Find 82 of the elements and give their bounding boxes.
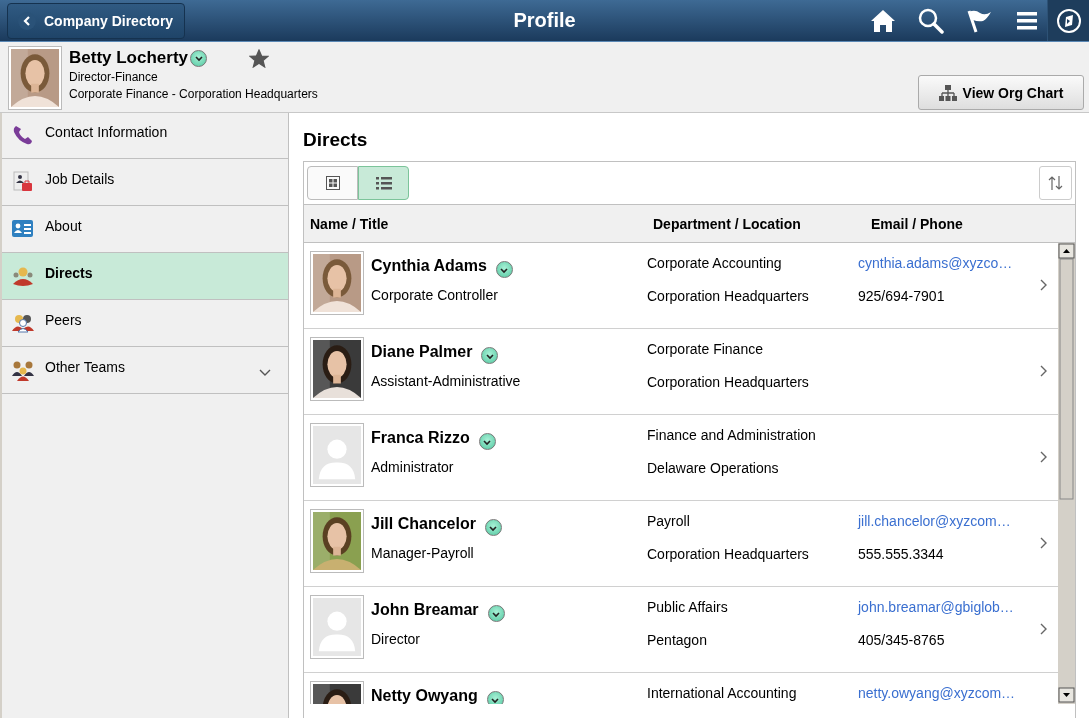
- column-header: Department / Location: [652, 215, 802, 232]
- dropdown-button[interactable]: [486, 691, 504, 704]
- dropdown-button[interactable]: [481, 347, 499, 364]
- chevron-right-icon: [1040, 365, 1048, 377]
- back-button[interactable]: Company Directory: [7, 2, 185, 39]
- list-icon: [375, 176, 392, 190]
- sort-icon: [1048, 175, 1063, 191]
- table-row[interactable]: Jill Chancelor Manager-Payroll Payroll Corporation Headquarters jill.chancelor@xyzcom… 555.555.3344: [304, 501, 1058, 587]
- compass-icon: [1055, 7, 1082, 34]
- job-title: Manager-Payroll: [371, 545, 475, 561]
- email-link[interactable]: netty.owyang@xyzcom…: [858, 685, 1023, 704]
- email-link[interactable]: john.breamar@gbiglob…: [858, 599, 1023, 632]
- email-link[interactable]: cynthia.adams@xyzco…: [858, 255, 1023, 288]
- person-name: John Breamar: [371, 601, 479, 619]
- page-title: Profile: [513, 9, 576, 32]
- dropdown-button[interactable]: [484, 519, 502, 536]
- location-text: Corporation Headquarters: [647, 546, 810, 564]
- id-card-icon: [12, 218, 34, 240]
- department-text: Finance and Administration: [647, 427, 817, 445]
- phone-text: 405/345-8765: [858, 632, 946, 650]
- job-title: Corporate Controller: [371, 287, 499, 303]
- dropdown-button[interactable]: [190, 49, 208, 67]
- table-row[interactable]: Cynthia Adams Corporate Controller Corporate Accounting Corporation Headquarters cynthia.adams@xyzco… 925/694-7901: [304, 243, 1058, 329]
- dropdown-button[interactable]: [495, 261, 513, 278]
- chevron-right-icon: [1040, 537, 1048, 549]
- department-text: Corporate Accounting: [647, 255, 783, 273]
- phone-icon: [12, 124, 34, 146]
- department-text: Payroll: [647, 513, 691, 531]
- email-link[interactable]: jill.chancelor@xyzcom…: [858, 513, 1023, 546]
- sidebar-item[interactable]: Peers: [2, 300, 288, 347]
- job-title: Administrator: [371, 459, 455, 475]
- sidebar-item[interactable]: Directs: [2, 253, 288, 300]
- phone-text: 925/694-7901: [858, 288, 946, 306]
- location-text: Delaware Operations: [647, 460, 780, 478]
- table-row[interactable]: Franca Rizzo Administrator Finance and Administration Delaware Operations: [304, 415, 1058, 501]
- phone-text: 555.555.3344: [858, 546, 945, 564]
- column-header: Name / Title: [309, 215, 390, 232]
- location-text: Corporation Headquarters: [647, 288, 810, 306]
- home-icon: [870, 7, 896, 34]
- star-icon: [249, 48, 270, 68]
- people-icon: [12, 359, 34, 381]
- people-icon: [12, 265, 34, 287]
- location-text: Pentagon: [647, 632, 708, 650]
- job-title: Assistant-Administrative: [371, 373, 521, 389]
- sidebar-item[interactable]: Job Details: [2, 159, 288, 206]
- grid-icon: [325, 176, 340, 190]
- person-name: Franca Rizzo: [371, 429, 470, 447]
- department-text: Corporate Finance - Corporation Headquarters: [69, 86, 318, 103]
- section-heading: Directs: [303, 129, 369, 152]
- job-title: Director-Finance: [69, 69, 159, 86]
- list-view-button[interactable]: [358, 166, 409, 200]
- department-text: Public Affairs: [647, 599, 729, 617]
- person-name: Jill Chancelor: [371, 515, 476, 533]
- org-chart-button[interactable]: View Org Chart: [918, 75, 1084, 110]
- job-title: Director: [371, 631, 421, 647]
- favorite-button[interactable]: [249, 48, 270, 68]
- dropdown-button[interactable]: [487, 605, 505, 622]
- chevron-right-icon: [1040, 279, 1048, 291]
- table-row[interactable]: Diane Palmer Assistant-Administrative Corporate Finance Corporation Headquarters: [304, 329, 1058, 415]
- column-header: Email / Phone: [870, 215, 964, 232]
- sidebar-item[interactable]: Contact Information: [2, 112, 288, 159]
- table-row[interactable]: John Breamar Director Public Affairs Pentagon john.breamar@gbiglob… 405/345-8765: [304, 587, 1058, 673]
- department-text: Corporate Finance: [647, 341, 764, 359]
- grid-view-button[interactable]: [307, 166, 358, 200]
- chevron-right-icon: [1040, 451, 1048, 463]
- person-name: Betty Locherty: [69, 48, 189, 68]
- person-name: Cynthia Adams: [371, 257, 487, 275]
- people-icon: [12, 312, 34, 334]
- department-text: International Accounting: [647, 685, 798, 703]
- scrollbar[interactable]: [1058, 243, 1075, 704]
- chevron-right-icon: [1040, 623, 1048, 635]
- dropdown-button[interactable]: [478, 433, 496, 450]
- person-name: Diane Palmer: [371, 343, 473, 361]
- search-icon: [918, 7, 944, 34]
- sort-button[interactable]: [1039, 166, 1072, 200]
- navigator-button[interactable]: [1047, 0, 1089, 41]
- table-row[interactable]: Netty Owyang International Accounting netty.owyang@xyzcom…: [304, 673, 1058, 704]
- sidebar-item[interactable]: Other Teams: [2, 347, 288, 394]
- location-text: Corporation Headquarters: [647, 374, 810, 392]
- person-name: Netty Owyang: [371, 687, 478, 704]
- org-chart-icon: [938, 84, 957, 101]
- document-briefcase-icon: [12, 171, 34, 193]
